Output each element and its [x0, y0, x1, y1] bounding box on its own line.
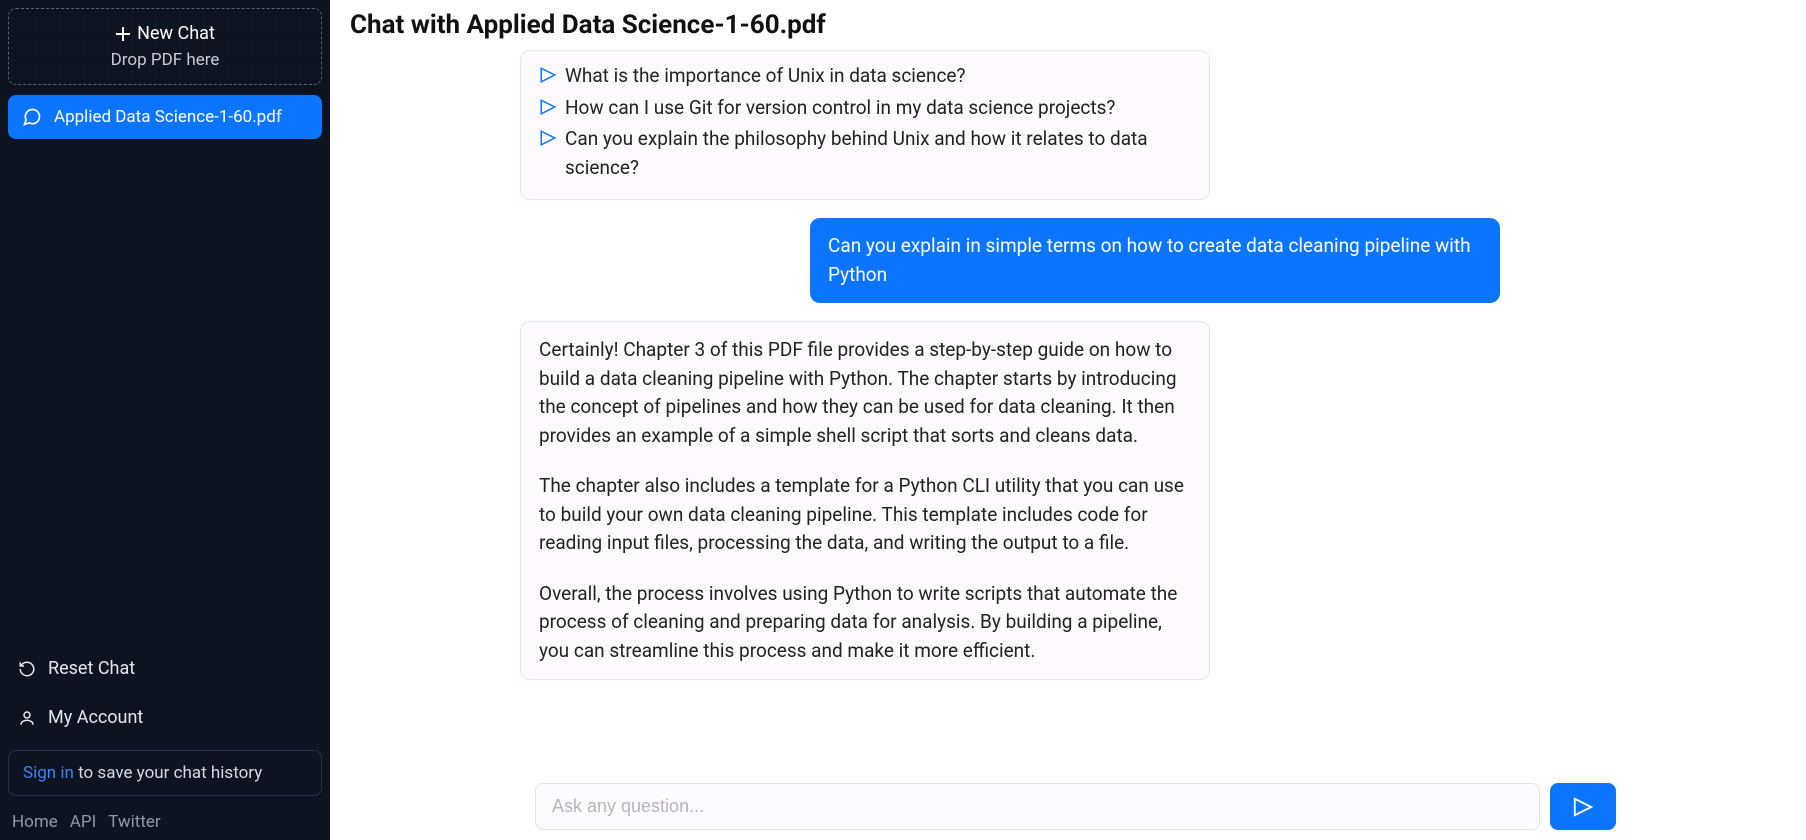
plus-icon	[115, 26, 131, 42]
send-button[interactable]	[1550, 783, 1616, 830]
drop-pdf-label: Drop PDF here	[19, 50, 311, 70]
user-message-text: Can you explain in simple terms on how t…	[828, 234, 1471, 286]
suggested-question-text: What is the importance of Unix in data s…	[565, 62, 965, 91]
my-account-button[interactable]: My Account	[8, 693, 322, 742]
reset-chat-label: Reset Chat	[48, 658, 135, 679]
sidebar-item-active-chat[interactable]: Applied Data Science-1-60.pdf	[8, 95, 322, 139]
send-icon	[1572, 796, 1594, 818]
user-message-bubble: Can you explain in simple terms on how t…	[810, 218, 1500, 303]
suggested-question-text: Can you explain the philosophy behind Un…	[565, 125, 1191, 182]
answer-paragraph: Overall, the process involves using Pyth…	[539, 580, 1191, 666]
send-triangle-icon	[539, 129, 557, 147]
footer-home-link[interactable]: Home	[12, 812, 58, 832]
assistant-answer-bubble: Certainly! Chapter 3 of this PDF file pr…	[520, 321, 1210, 680]
chat-scroll[interactable]: What is the importance of Unix in data s…	[350, 50, 1786, 775]
answer-paragraph: Certainly! Chapter 3 of this PDF file pr…	[539, 336, 1191, 450]
input-row	[535, 783, 1616, 830]
page-title: Chat with Applied Data Science-1-60.pdf	[350, 10, 1786, 40]
answer-paragraph: The chapter also includes a template for…	[539, 472, 1191, 558]
suggested-question[interactable]: Can you explain the philosophy behind Un…	[539, 125, 1191, 182]
sidebar: New Chat Drop PDF here Applied Data Scie…	[0, 0, 330, 840]
send-triangle-icon	[539, 98, 557, 116]
user-icon	[18, 709, 36, 727]
assistant-suggestions-bubble: What is the importance of Unix in data s…	[520, 50, 1210, 200]
suggested-question[interactable]: What is the importance of Unix in data s…	[539, 62, 1191, 91]
send-triangle-icon	[539, 66, 557, 84]
active-chat-label: Applied Data Science-1-60.pdf	[54, 107, 282, 127]
sign-in-link[interactable]: Sign in	[23, 763, 74, 783]
chat-icon	[22, 107, 42, 127]
footer-links: Home API Twitter	[8, 806, 322, 832]
refresh-icon	[18, 660, 36, 678]
sign-in-suffix: to save your chat history	[74, 763, 262, 783]
reset-chat-button[interactable]: Reset Chat	[8, 644, 322, 693]
main-area: Chat with Applied Data Science-1-60.pdf …	[330, 0, 1806, 840]
suggested-question[interactable]: How can I use Git for version control in…	[539, 94, 1191, 123]
new-chat-label: New Chat	[137, 23, 215, 44]
new-chat-button[interactable]: New Chat Drop PDF here	[8, 8, 322, 85]
question-input[interactable]	[535, 783, 1540, 830]
suggested-question-text: How can I use Git for version control in…	[565, 94, 1115, 123]
footer-api-link[interactable]: API	[70, 812, 96, 832]
signin-box: Sign in to save your chat history	[8, 750, 322, 796]
footer-twitter-link[interactable]: Twitter	[108, 812, 160, 832]
my-account-label: My Account	[48, 707, 143, 728]
